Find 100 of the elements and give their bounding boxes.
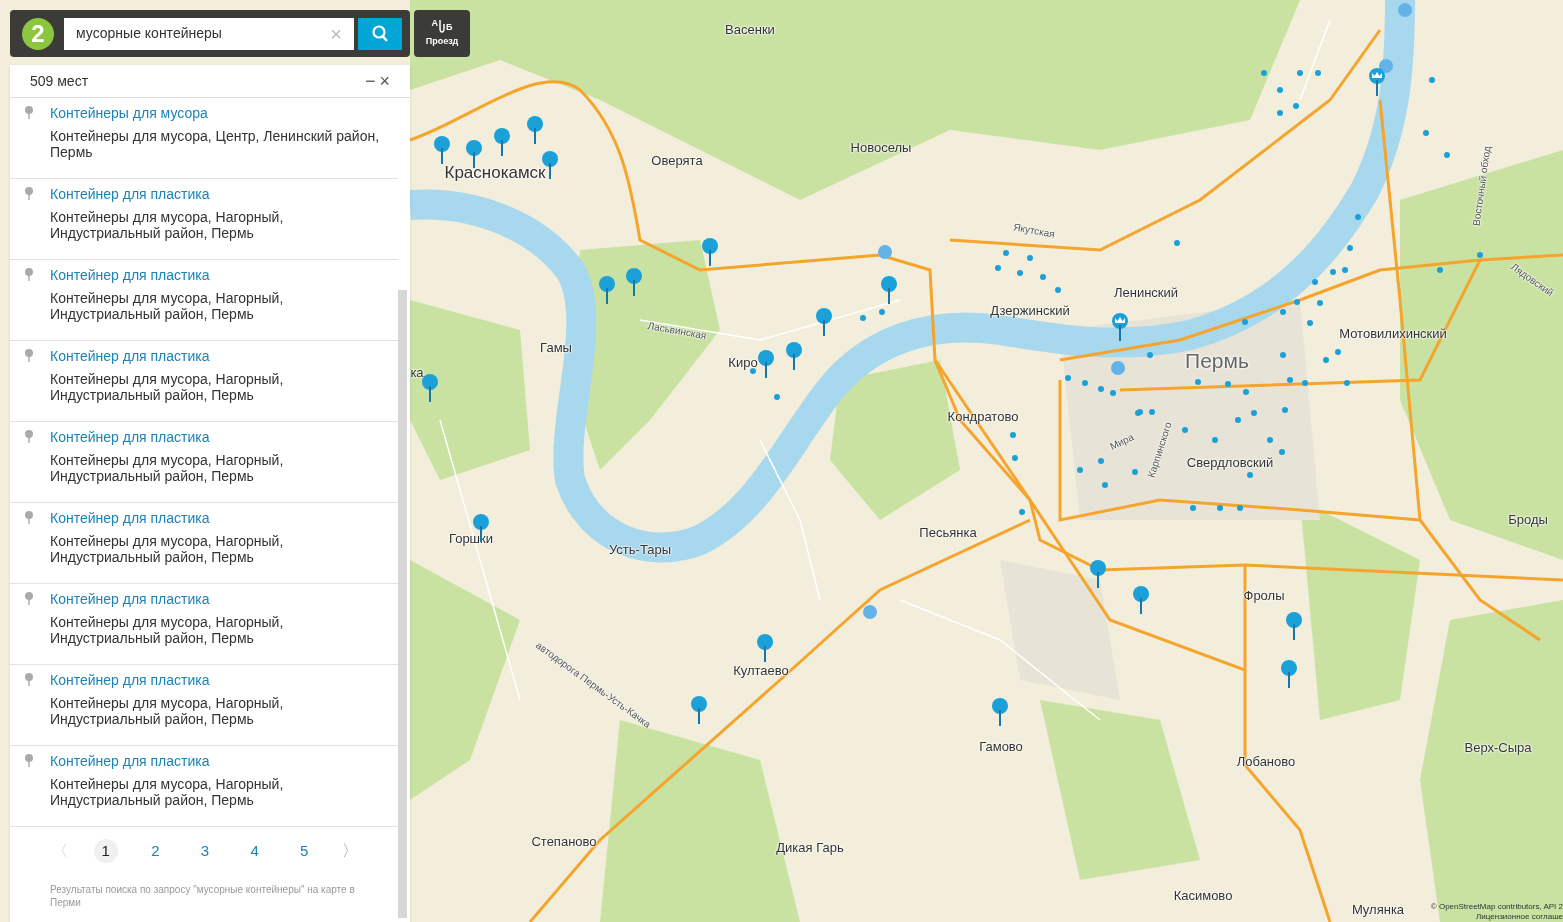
marker-dot[interactable] <box>1040 274 1046 280</box>
map-pin-icon[interactable] <box>756 634 774 662</box>
marker-dot[interactable] <box>1280 309 1286 315</box>
marker-dot[interactable] <box>1277 87 1283 93</box>
map-pin-icon[interactable] <box>757 350 775 378</box>
result-title-link[interactable]: Контейнер для пластика <box>50 509 390 527</box>
marker-dot[interactable] <box>1212 437 1218 443</box>
marker-dot[interactable] <box>1342 267 1348 273</box>
marker-dot[interactable] <box>1277 110 1283 116</box>
map-pin-icon[interactable] <box>1089 560 1107 588</box>
marker-dot[interactable] <box>1174 240 1180 246</box>
map-pin-icon[interactable] <box>493 128 511 156</box>
marker-dot[interactable] <box>1302 380 1308 386</box>
map-pin-icon[interactable] <box>880 276 898 304</box>
marker-dot[interactable] <box>1147 352 1153 358</box>
map-pin-icon[interactable] <box>625 268 643 296</box>
page-button[interactable]: 1 <box>93 839 118 863</box>
transport-stop-icon[interactable] <box>863 605 877 619</box>
marker-dot[interactable] <box>1280 352 1286 358</box>
marker-dot[interactable] <box>1217 505 1223 511</box>
marker-dot[interactable] <box>1429 77 1435 83</box>
marker-dot[interactable] <box>774 394 780 400</box>
next-page-button[interactable]: 〉 <box>341 839 358 863</box>
marker-dot[interactable] <box>1017 270 1023 276</box>
transport-stop-icon[interactable] <box>1398 3 1412 17</box>
result-title-link[interactable]: Контейнер для пластика <box>50 185 390 203</box>
marker-dot[interactable] <box>1077 467 1083 473</box>
marker-dot[interactable] <box>1027 255 1033 261</box>
marker-dot[interactable] <box>1012 455 1018 461</box>
marker-dot[interactable] <box>1098 458 1104 464</box>
marker-dot[interactable] <box>1110 390 1116 396</box>
marker-dot[interactable] <box>1235 417 1241 423</box>
transport-stop-icon[interactable] <box>1379 59 1393 73</box>
marker-dot[interactable] <box>1102 482 1108 488</box>
marker-dot[interactable] <box>1082 380 1088 386</box>
scrollbar-thumb[interactable] <box>398 290 407 918</box>
map-pin-icon[interactable] <box>433 136 451 164</box>
map-pin-icon[interactable] <box>785 342 803 370</box>
marker-dot[interactable] <box>1237 505 1243 511</box>
map-pin-icon[interactable] <box>1280 660 1298 688</box>
marker-dot[interactable] <box>995 265 1001 271</box>
transport-stop-icon[interactable] <box>878 245 892 259</box>
route-button[interactable]: А Б Проезд <box>414 10 470 57</box>
marker-dot[interactable] <box>1344 380 1350 386</box>
map-pin-icon[interactable] <box>1111 313 1129 341</box>
marker-dot[interactable] <box>1312 279 1318 285</box>
marker-dot[interactable] <box>1195 379 1201 385</box>
map-pin-icon[interactable] <box>991 698 1009 726</box>
marker-dot[interactable] <box>1055 287 1061 293</box>
marker-dot[interactable] <box>1294 299 1300 305</box>
marker-dot[interactable] <box>1444 152 1450 158</box>
map-pin-icon[interactable] <box>465 140 483 168</box>
page-button[interactable]: 5 <box>292 839 317 863</box>
result-title-link[interactable]: Контейнер для пластика <box>50 428 390 446</box>
marker-dot[interactable] <box>1247 472 1253 478</box>
map-pin-icon[interactable] <box>1285 612 1303 640</box>
map-pin-icon[interactable] <box>815 308 833 336</box>
marker-dot[interactable] <box>1279 449 1285 455</box>
marker-dot[interactable] <box>1010 432 1016 438</box>
marker-dot[interactable] <box>1323 357 1329 363</box>
page-button[interactable]: 3 <box>192 839 217 863</box>
marker-dot[interactable] <box>1330 269 1336 275</box>
minimize-button[interactable]: − <box>364 72 376 90</box>
marker-dot[interactable] <box>1317 300 1323 306</box>
marker-dot[interactable] <box>1287 377 1293 383</box>
search-button[interactable] <box>358 17 402 50</box>
result-title-link[interactable]: Контейнер для пластика <box>50 590 390 608</box>
marker-dot[interactable] <box>1019 509 1025 515</box>
marker-dot[interactable] <box>1297 70 1303 76</box>
marker-dot[interactable] <box>1355 214 1361 220</box>
transport-stop-icon[interactable] <box>1111 361 1125 375</box>
search-field[interactable]: мусорные контейнеры × <box>64 17 354 50</box>
result-title-link[interactable]: Контейнер для пластика <box>50 347 390 365</box>
marker-dot[interactable] <box>1149 409 1155 415</box>
map-pin-icon[interactable] <box>1368 68 1386 96</box>
result-title-link[interactable]: Контейнер для пластика <box>50 266 390 284</box>
marker-dot[interactable] <box>1190 505 1196 511</box>
marker-dot[interactable] <box>1251 410 1257 416</box>
marker-dot[interactable] <box>860 315 866 321</box>
marker-dot[interactable] <box>1225 381 1231 387</box>
map-pin-icon[interactable] <box>701 238 719 266</box>
marker-dot[interactable] <box>879 309 885 315</box>
marker-dot[interactable] <box>1242 319 1248 325</box>
marker-dot[interactable] <box>1182 427 1188 433</box>
result-title-link[interactable]: Контейнер для пластика <box>50 671 390 689</box>
marker-dot[interactable] <box>1293 103 1299 109</box>
marker-dot[interactable] <box>1282 407 1288 413</box>
marker-dot[interactable] <box>750 368 756 374</box>
map-pin-icon[interactable] <box>598 276 616 304</box>
marker-dot[interactable] <box>1315 70 1321 76</box>
page-button[interactable]: 2 <box>143 839 168 863</box>
marker-dot[interactable] <box>1098 386 1104 392</box>
page-button[interactable]: 4 <box>242 839 267 863</box>
marker-dot[interactable] <box>1347 245 1353 251</box>
marker-dot[interactable] <box>1267 437 1273 443</box>
marker-dot[interactable] <box>1065 375 1071 381</box>
marker-dot[interactable] <box>1261 70 1267 76</box>
marker-dot[interactable] <box>1477 252 1483 258</box>
result-title-link[interactable]: Контейнер для пластика <box>50 752 390 770</box>
marker-dot[interactable] <box>1132 469 1138 475</box>
